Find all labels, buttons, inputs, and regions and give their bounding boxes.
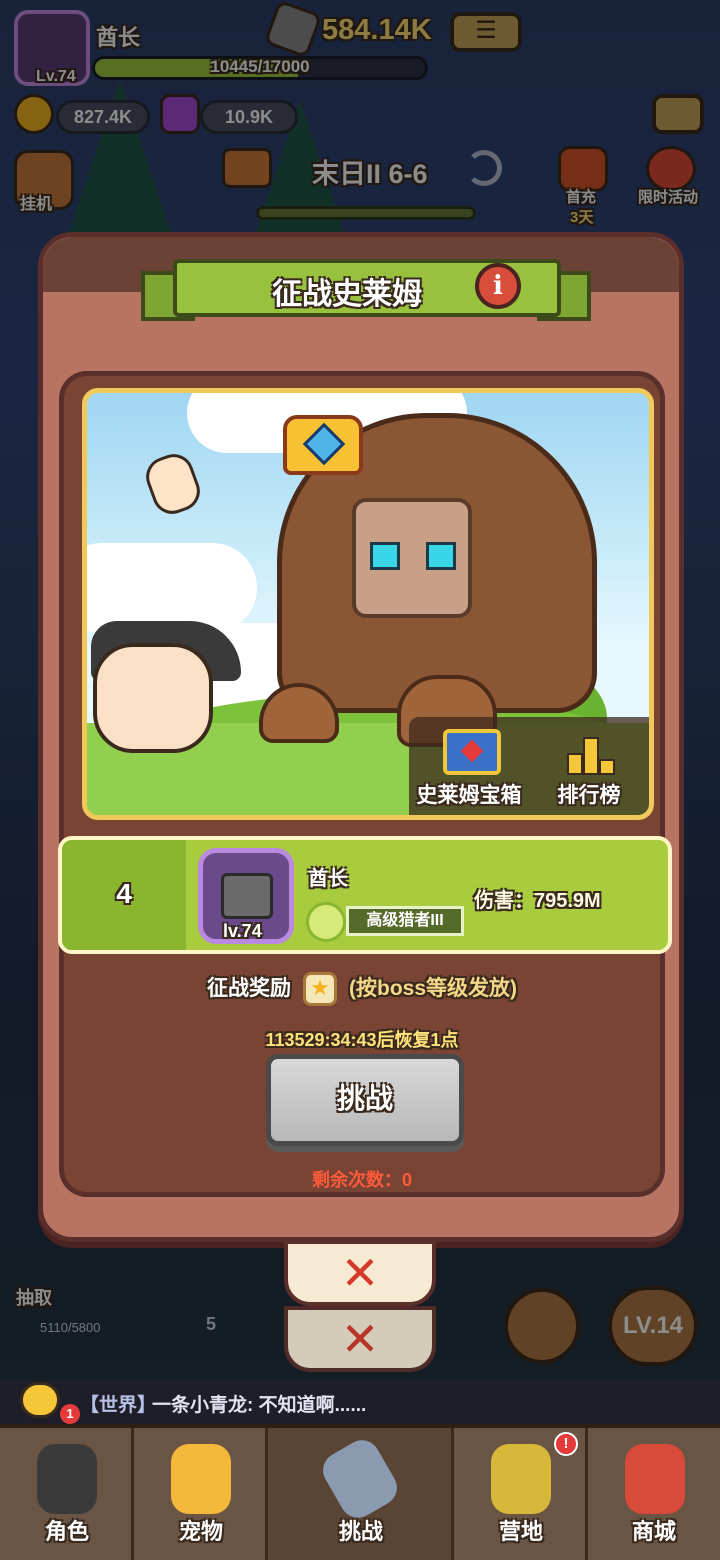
slime-boss-face bbox=[352, 498, 472, 618]
crown-icon bbox=[283, 415, 363, 475]
rank-box: 4 bbox=[62, 840, 186, 950]
reward-row: 征战奖励 ★ (按boss等级发放) bbox=[64, 972, 660, 1007]
star-icon[interactable]: ★ bbox=[303, 972, 337, 1007]
star-glyph: ★ bbox=[310, 975, 330, 1001]
rank-number: 4 bbox=[116, 878, 132, 909]
shop-icon bbox=[625, 1444, 685, 1514]
world-chat-bar[interactable]: 1 【世界】 一条小青龙: 不知道啊...... bbox=[0, 1380, 720, 1424]
player-name-label: 酋长 bbox=[308, 868, 348, 890]
close-button-secondary[interactable]: ✕ bbox=[284, 1306, 436, 1372]
close-button[interactable]: ✕ bbox=[284, 1240, 436, 1306]
info-icon: i bbox=[493, 271, 503, 301]
character-icon bbox=[37, 1444, 97, 1514]
hunter-title: 高级猎者III bbox=[346, 906, 464, 936]
treasure-chest-icon bbox=[443, 729, 501, 775]
boss-eye bbox=[370, 542, 400, 570]
alert-badge-icon: ! bbox=[554, 1432, 578, 1456]
ranking-button[interactable]: 排行榜 bbox=[529, 717, 649, 809]
nav-pet[interactable]: 宠物 bbox=[134, 1428, 268, 1560]
dialog-title: 征战史莱姆 bbox=[272, 278, 422, 311]
nav-camp[interactable]: ! 营地 bbox=[454, 1428, 588, 1560]
challenge-button[interactable]: 挑战 bbox=[266, 1054, 464, 1146]
chat-channel: 【世界】 bbox=[80, 1395, 157, 1416]
nav-label: 商城 bbox=[631, 1519, 676, 1544]
player-avatar-frame: lv.74 bbox=[198, 848, 294, 944]
dialog-panel: 史莱姆宝箱 排行榜 4 lv.74 酋长 高级猎者III 伤害：795.9M 征… bbox=[58, 371, 672, 1197]
close-icon: ✕ bbox=[340, 1247, 380, 1299]
boss-eye bbox=[426, 542, 456, 570]
cloud bbox=[87, 543, 257, 633]
podium-icon bbox=[567, 727, 615, 775]
player-level-label: lv.74 bbox=[223, 921, 262, 941]
player-avatar-image bbox=[221, 873, 273, 919]
pet-icon bbox=[171, 1444, 231, 1514]
scene-shortcuts: 史莱姆宝箱 排行榜 bbox=[409, 717, 649, 815]
chat-message: 一条小青龙: 不知道啊...... bbox=[152, 1395, 367, 1416]
player-rank-row[interactable]: 4 lv.74 酋长 高级猎者III 伤害：795.9M bbox=[58, 836, 672, 954]
nav-label: 营地 bbox=[498, 1519, 543, 1544]
reward-label: 征战奖励 bbox=[207, 977, 291, 1000]
hunter-rank-badge bbox=[306, 902, 346, 942]
chat-badge: 1 bbox=[60, 1404, 80, 1424]
podium-step bbox=[599, 759, 615, 775]
close-icon: ✕ bbox=[340, 1313, 380, 1365]
nav-character[interactable]: 角色 bbox=[0, 1428, 134, 1560]
nav-label: 角色 bbox=[44, 1519, 89, 1544]
slime-chest-button[interactable]: 史莱姆宝箱 bbox=[409, 717, 529, 809]
nav-shop[interactable]: 商城 bbox=[588, 1428, 720, 1560]
axe-icon bbox=[316, 1433, 404, 1525]
chat-bubble-icon bbox=[20, 1382, 60, 1418]
reward-note: (按boss等级发放) bbox=[349, 977, 517, 1000]
podium-step bbox=[583, 737, 599, 775]
chest-gem bbox=[460, 739, 484, 763]
caveman-hero bbox=[93, 643, 213, 753]
slime-chest-label: 史莱姆宝箱 bbox=[416, 784, 522, 807]
camp-icon bbox=[491, 1444, 551, 1514]
slime-challenge-dialog: 征战史莱姆 i 史莱姆宝箱 排行榜 4 lv.74 酋长 高级猎者III 伤害：… bbox=[38, 232, 684, 1242]
damage-value: 伤害：795.9M bbox=[474, 890, 601, 912]
remaining-attempts: 剩余次数：0 bbox=[311, 1170, 412, 1190]
crown-gem bbox=[302, 422, 346, 466]
bottom-navigation: 角色 宠物 挑战 ! 营地 商城 bbox=[0, 1424, 720, 1560]
podium-step bbox=[567, 753, 583, 775]
boss-battle-image: 史莱姆宝箱 排行榜 bbox=[82, 388, 654, 820]
nav-label: 挑战 bbox=[338, 1519, 383, 1544]
ranking-label: 排行榜 bbox=[557, 784, 621, 807]
flying-fairy bbox=[140, 448, 206, 520]
info-button[interactable]: i bbox=[475, 263, 521, 309]
nav-challenge[interactable]: 挑战 bbox=[268, 1428, 454, 1560]
recover-timer: 113529:34:43后恢复1点 bbox=[265, 1030, 459, 1050]
nav-label: 宠物 bbox=[178, 1519, 223, 1544]
